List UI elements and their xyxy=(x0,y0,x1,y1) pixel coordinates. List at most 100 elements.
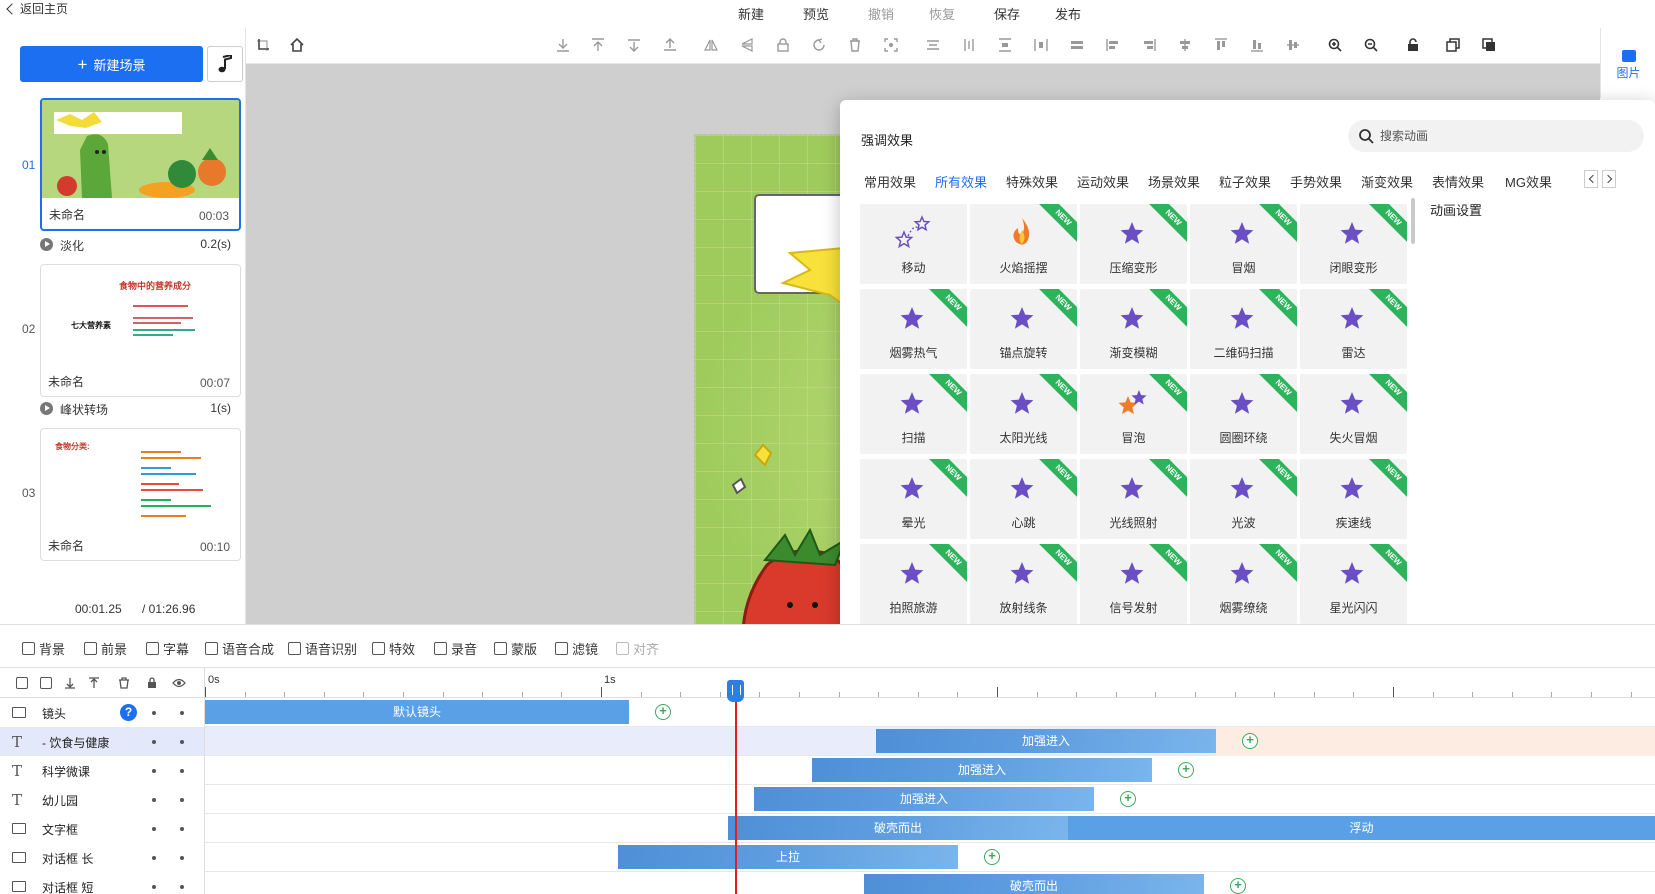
effect-card[interactable]: 疾速线 NEW xyxy=(1300,459,1407,539)
track-label[interactable]: 对话框 短 xyxy=(0,872,205,894)
filter-button[interactable]: 滤镜 xyxy=(555,639,598,658)
lock-dot[interactable] xyxy=(152,798,156,802)
new-scene-button[interactable]: + 新建场景 xyxy=(20,46,203,82)
redo-button[interactable]: 恢复 xyxy=(929,4,955,23)
align-center-h-icon[interactable] xyxy=(926,38,940,52)
lock-icon[interactable] xyxy=(146,677,158,689)
timeline-track[interactable]: T - 饮食与健康 加强进入 + xyxy=(0,727,1655,756)
track-label[interactable]: 文字框 xyxy=(0,814,205,843)
foreground-button[interactable]: 前景 xyxy=(84,639,127,658)
visibility-dot[interactable] xyxy=(180,711,184,715)
subtitle-button[interactable]: 字幕 xyxy=(146,639,189,658)
animation-clip[interactable]: 加强进入 xyxy=(876,729,1216,753)
lock-dot[interactable] xyxy=(152,856,156,860)
visibility-dot[interactable] xyxy=(180,740,184,744)
tts-button[interactable]: 语音合成 xyxy=(205,639,274,658)
transition-row[interactable]: 峰状转场 1(s) xyxy=(40,400,241,418)
effect-card[interactable]: 冒烟 NEW xyxy=(1190,204,1297,284)
undo-button[interactable]: 撤销 xyxy=(868,4,894,23)
new-button[interactable]: 新建 xyxy=(738,4,764,23)
align-vmiddle-icon[interactable] xyxy=(1286,38,1300,52)
align-center-v-icon[interactable] xyxy=(962,38,976,52)
tab-10[interactable]: MG效果 xyxy=(1505,172,1552,191)
align-middle-icon[interactable] xyxy=(1178,38,1192,52)
tab-9[interactable]: 表情效果 xyxy=(1432,172,1484,191)
asr-button[interactable]: 语音识别 xyxy=(288,639,357,658)
background-button[interactable]: 背景 xyxy=(22,639,65,658)
trash-icon[interactable] xyxy=(848,38,862,52)
effect-card[interactable]: 信号发射 NEW xyxy=(1080,544,1187,624)
transition-row[interactable]: 淡化 0.2(s) xyxy=(40,236,241,254)
tabs-next-button[interactable] xyxy=(1602,170,1616,188)
effect-card[interactable]: 晕光 NEW xyxy=(860,459,967,539)
scene-card-02[interactable]: 食物中的营养成分 七大营养素 未命名 00:07 xyxy=(40,264,241,397)
trash-icon[interactable] xyxy=(118,677,130,689)
track-label[interactable]: 对话框 长 xyxy=(0,843,205,872)
preview-button[interactable]: 预览 xyxy=(803,4,829,23)
effect-card[interactable]: 冒泡 NEW xyxy=(1080,374,1187,454)
effect-card[interactable]: 扫描 NEW xyxy=(860,374,967,454)
tab-3[interactable]: 特殊效果 xyxy=(1006,172,1058,191)
copy-icon[interactable] xyxy=(1446,38,1460,52)
scene-card-03[interactable]: 食物分类: 未命名 00:10 xyxy=(40,428,241,561)
new-folder-icon[interactable] xyxy=(16,677,28,689)
effect-card[interactable]: 星光闪闪 NEW xyxy=(1300,544,1407,624)
animation-clip[interactable]: 加强进入 xyxy=(812,758,1152,782)
lock-icon[interactable] xyxy=(776,38,790,52)
lock-dot[interactable] xyxy=(152,740,156,744)
tabs-prev-button[interactable] xyxy=(1584,170,1598,188)
align-top-edge-icon[interactable] xyxy=(1214,38,1228,52)
effect-card[interactable]: 心跳 NEW xyxy=(970,459,1077,539)
effect-card[interactable]: 闭眼变形 NEW xyxy=(1300,204,1407,284)
lock-dot[interactable] xyxy=(152,769,156,773)
visibility-dot[interactable] xyxy=(180,856,184,860)
move-up-icon[interactable] xyxy=(88,677,100,689)
timeline-track[interactable]: 镜头? 默认镜头 + xyxy=(0,698,1655,727)
timeline-track[interactable]: T 幼儿园 加强进入 + xyxy=(0,785,1655,814)
save-button[interactable]: 保存 xyxy=(994,4,1020,23)
focus-icon[interactable] xyxy=(884,38,898,52)
effect-grid-scrollbar[interactable] xyxy=(1411,198,1415,244)
distribute-v-icon[interactable] xyxy=(998,38,1012,52)
effect-card[interactable]: 压缩变形 NEW xyxy=(1080,204,1187,284)
add-animation-icon[interactable]: + xyxy=(984,849,1000,865)
zoom-in-icon[interactable] xyxy=(1328,38,1342,52)
add-animation-icon[interactable]: + xyxy=(1120,791,1136,807)
add-animation-icon[interactable]: + xyxy=(1242,733,1258,749)
effect-card[interactable]: 失火冒烟 NEW xyxy=(1300,374,1407,454)
visibility-dot[interactable] xyxy=(180,827,184,831)
track-label[interactable]: T - 饮食与健康 xyxy=(0,727,205,756)
effect-search-input[interactable] xyxy=(1348,120,1644,152)
align-right-icon[interactable] xyxy=(1142,38,1156,52)
lock-dot[interactable] xyxy=(152,827,156,831)
timeline-track[interactable]: 对话框 短 破壳而出 + xyxy=(0,872,1655,894)
effect-card[interactable]: 烟雾热气 NEW xyxy=(860,289,967,369)
tab-6[interactable]: 粒子效果 xyxy=(1219,172,1271,191)
timeline-ruler[interactable]: 0s 1s xyxy=(205,668,1655,698)
eye-icon[interactable] xyxy=(172,677,186,689)
track-label[interactable]: T 幼儿园 xyxy=(0,785,205,814)
animation-clip[interactable]: 破壳而出 xyxy=(728,816,1068,840)
animation-clip[interactable]: 默认镜头 xyxy=(205,700,629,724)
rotate-icon[interactable] xyxy=(812,38,826,52)
align-top-icon[interactable] xyxy=(591,38,605,52)
same-width-icon[interactable] xyxy=(1070,38,1084,52)
visibility-dot[interactable] xyxy=(180,798,184,802)
distribute-h-icon[interactable] xyxy=(1034,38,1048,52)
effect-card[interactable]: 移动 xyxy=(860,204,967,284)
track-label[interactable]: T 科学微课 xyxy=(0,756,205,785)
align-bottom-edge-icon[interactable] xyxy=(1250,38,1264,52)
track-label[interactable]: 镜头? xyxy=(0,698,205,727)
paste-icon[interactable] xyxy=(1482,38,1496,52)
effect-card[interactable]: 锚点旋转 NEW xyxy=(970,289,1077,369)
record-button[interactable]: 录音 xyxy=(434,639,477,658)
lock-dot[interactable] xyxy=(152,885,156,889)
animation-clip[interactable]: 破壳而出 xyxy=(864,874,1204,894)
animation-clip[interactable]: 上拉 xyxy=(618,845,958,869)
picture-tab[interactable]: 图片 xyxy=(1601,50,1655,90)
align-bottom-icon[interactable] xyxy=(556,38,570,52)
visibility-dot[interactable] xyxy=(180,885,184,889)
timeline-track[interactable]: T 科学微课 加强进入 + xyxy=(0,756,1655,785)
visibility-dot[interactable] xyxy=(180,769,184,773)
back-home-link[interactable]: 返回主页 xyxy=(6,0,68,17)
